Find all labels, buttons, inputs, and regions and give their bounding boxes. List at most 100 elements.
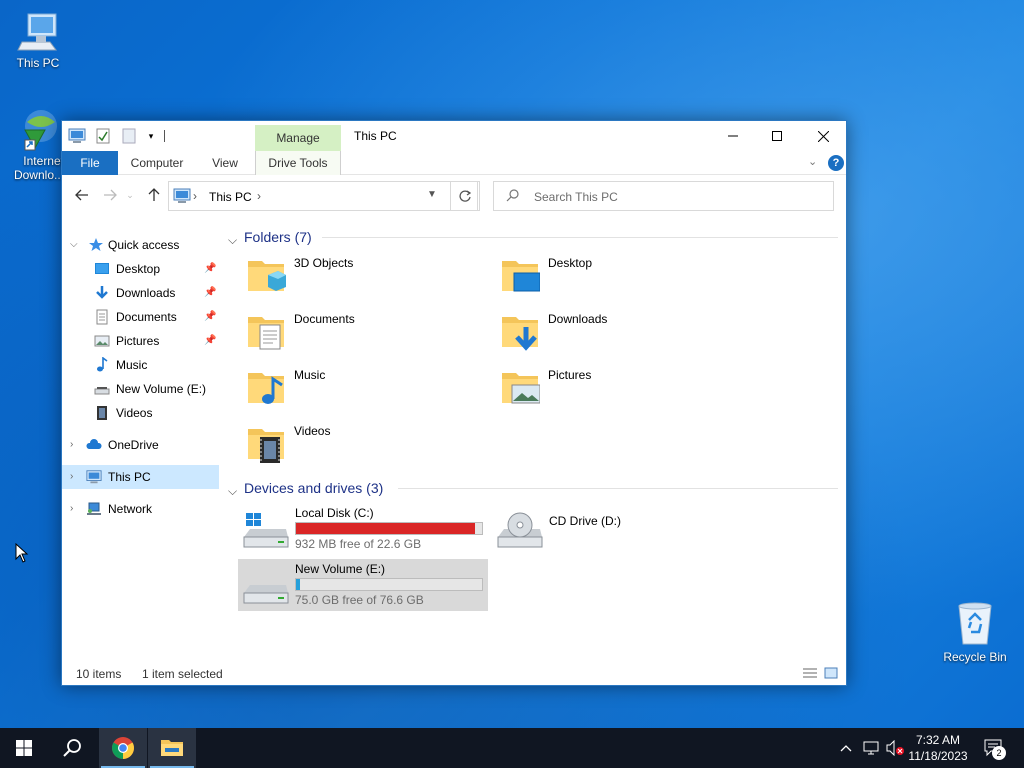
nav-network[interactable]: › Network — [62, 497, 219, 521]
chevron-right-icon[interactable]: › — [70, 465, 73, 489]
address-bar[interactable]: › This PC › ▼ — [168, 181, 478, 211]
close-icon — [817, 130, 829, 142]
recent-locations-button[interactable]: ⌄ — [124, 185, 136, 205]
tab-computer[interactable]: Computer — [124, 151, 190, 175]
show-hidden-icons[interactable] — [836, 728, 856, 768]
expand-ribbon-icon[interactable]: ⌄ — [808, 155, 817, 168]
group-header-devices[interactable]: Devices and drives (3) — [244, 480, 383, 496]
properties-icon[interactable] — [94, 127, 112, 145]
tab-file[interactable]: File — [62, 151, 118, 175]
desktop-icon-internet-download-manager[interactable]: Internet Downlo... — [0, 108, 70, 182]
desktop-icon-recycle-bin[interactable]: Recycle Bin — [937, 600, 1013, 664]
drive-free-space: 75.0 GB free of 76.6 GB — [295, 593, 424, 607]
drive-tile-cd-drive-d[interactable]: CD Drive (D:) — [492, 503, 742, 555]
breadcrumb-this-pc[interactable]: This PC — [209, 190, 252, 204]
clock[interactable]: 7:32 AM 11/18/2023 — [900, 732, 976, 764]
status-bar: 10 items 1 item selected — [62, 661, 846, 685]
drive-free-space: 932 MB free of 22.6 GB — [295, 537, 422, 551]
drive-name: CD Drive (D:) — [549, 514, 621, 528]
taskbar-chrome[interactable] — [99, 728, 147, 768]
pin-icon[interactable]: 📌 — [204, 257, 216, 281]
notification-count-badge: 2 — [992, 746, 1006, 760]
network-status[interactable] — [860, 728, 882, 768]
pin-icon[interactable]: 📌 — [204, 329, 216, 353]
tab-drive-tools[interactable]: Drive Tools — [255, 151, 341, 175]
drive-name: New Volume (E:) — [295, 562, 386, 576]
nav-quick-access[interactable]: ⌵ Quick access — [62, 233, 219, 257]
back-button[interactable] — [72, 185, 92, 205]
nav-label: New Volume (E:) — [116, 382, 207, 396]
drive-tile-new-volume-e[interactable]: New Volume (E:) 75.0 GB free of 76.6 GB — [238, 559, 488, 611]
this-pc-icon — [68, 127, 86, 145]
nav-label: Desktop — [116, 262, 161, 276]
tab-manage[interactable]: Manage — [255, 125, 341, 151]
folder-3d-objects-icon — [248, 261, 286, 291]
drive-tile-local-disk-c[interactable]: Local Disk (C:) 932 MB free of 22.6 GB — [238, 503, 488, 555]
clock-date: 11/18/2023 — [908, 749, 968, 763]
help-icon[interactable]: ? — [828, 155, 844, 171]
clock-time: 7:32 AM — [915, 733, 961, 747]
taskbar-file-explorer[interactable] — [148, 728, 196, 768]
folder-tile-pictures[interactable]: Pictures — [496, 363, 746, 415]
network-icon — [863, 741, 879, 755]
breadcrumb-chevron-icon[interactable]: › — [193, 189, 197, 203]
action-center-button[interactable]: 2 — [980, 728, 1010, 768]
mouse-cursor-icon — [15, 543, 29, 563]
nav-label: Quick access — [108, 238, 180, 252]
nav-onedrive[interactable]: › OneDrive — [62, 433, 219, 457]
maximize-button[interactable] — [754, 121, 800, 151]
folder-tile-documents[interactable]: Documents — [242, 307, 492, 359]
taskbar: 7:32 AM 11/18/2023 2 — [0, 728, 1024, 768]
nav-item-pictures[interactable]: Pictures 📌 — [62, 329, 219, 353]
pin-icon[interactable]: 📌 — [204, 281, 216, 305]
chevron-down-icon[interactable]: ⌵ — [228, 233, 237, 248]
large-icons-view-icon[interactable] — [824, 667, 838, 679]
folder-music-icon — [248, 373, 284, 404]
close-button[interactable] — [800, 121, 846, 151]
desktop-icon-this-pc[interactable]: This PC — [0, 10, 76, 70]
start-button[interactable] — [0, 728, 48, 768]
nav-this-pc[interactable]: › This PC — [62, 465, 219, 489]
nav-item-documents[interactable]: Documents 📌 — [62, 305, 219, 329]
folder-tile-desktop[interactable]: Desktop — [496, 251, 746, 303]
folder-tile-music[interactable]: Music — [242, 363, 492, 415]
nav-label: Pictures — [116, 334, 160, 348]
chevron-right-icon[interactable]: › — [70, 497, 73, 521]
tab-view[interactable]: View — [202, 151, 248, 175]
new-folder-icon[interactable] — [120, 127, 138, 145]
folder-label: Videos — [294, 424, 331, 438]
status-selection: 1 item selected — [142, 667, 223, 681]
chevron-down-icon[interactable]: ⌵ — [228, 484, 237, 499]
nav-item-desktop[interactable]: Desktop 📌 — [62, 257, 219, 281]
title-bar: ▾ Manage This PC — [62, 121, 846, 151]
pin-icon[interactable]: 📌 — [204, 305, 216, 329]
search-input[interactable]: Search This PC — [493, 181, 834, 211]
nav-label: Documents — [116, 310, 177, 324]
content-pane: ⌵ Folders (7) 3D Objects Desktop Documen… — [222, 221, 842, 661]
search-button[interactable] — [48, 728, 96, 768]
breadcrumb-chevron-icon[interactable]: › — [257, 189, 261, 203]
nav-item-videos[interactable]: Videos — [62, 401, 219, 425]
chevron-right-icon[interactable]: › — [70, 433, 73, 457]
folder-label: Documents — [294, 312, 355, 326]
nav-item-new-volume[interactable]: New Volume (E:) — [62, 377, 219, 401]
folder-tile-3d-objects[interactable]: 3D Objects — [242, 251, 492, 303]
search-placeholder: Search This PC — [534, 190, 618, 204]
drive-usage-fill — [296, 523, 475, 534]
nav-item-downloads[interactable]: Downloads 📌 — [62, 281, 219, 305]
minimize-button[interactable] — [710, 121, 756, 151]
picture-icon — [94, 335, 110, 347]
group-divider — [322, 237, 838, 238]
up-button[interactable] — [144, 185, 164, 205]
nav-item-music[interactable]: Music — [62, 353, 219, 377]
customize-toolbar-icon[interactable]: ▾ — [146, 127, 156, 145]
details-view-icon[interactable] — [802, 667, 818, 679]
address-history-chevron-icon[interactable]: ▼ — [427, 189, 437, 200]
group-header-folders[interactable]: Folders (7) — [244, 229, 312, 245]
chevron-down-icon[interactable]: ⌵ — [70, 233, 78, 257]
refresh-button[interactable] — [450, 181, 480, 211]
forward-button[interactable] — [100, 185, 120, 205]
folder-tile-videos[interactable]: Videos — [242, 419, 492, 471]
folder-tile-downloads[interactable]: Downloads — [496, 307, 746, 359]
minimize-icon — [728, 135, 738, 137]
